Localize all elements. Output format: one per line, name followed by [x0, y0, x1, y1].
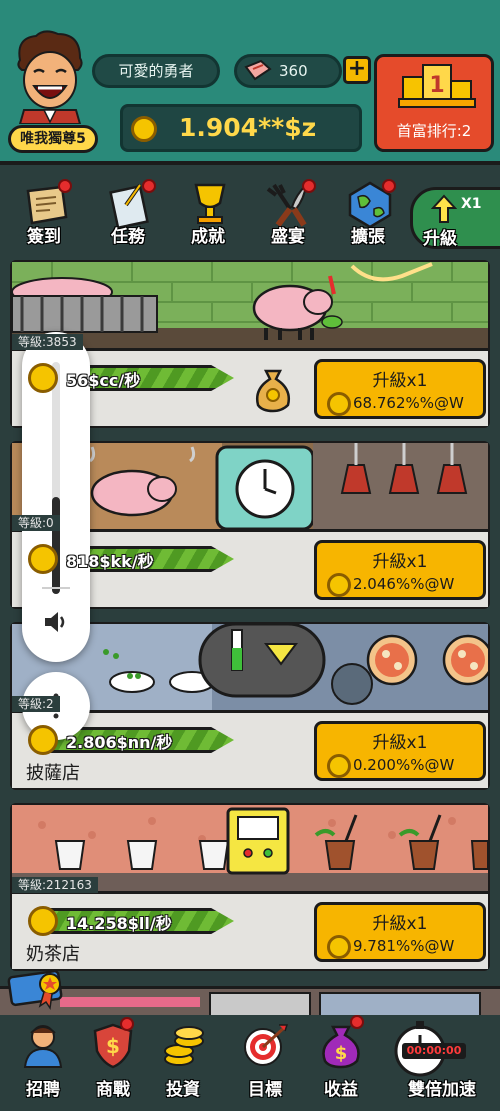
nav-recruit[interactable]: 招聘	[8, 1015, 78, 1111]
shop-upgrade-button[interactable]: 升級x1 2.046%%@W	[314, 540, 486, 600]
income-rate-bar: 14.258$ll/秒	[24, 906, 234, 936]
global-upgrade-toggle[interactable]: X1 升級	[410, 187, 500, 249]
nav-goals[interactable]: 目標	[230, 1015, 300, 1111]
speaker-icon[interactable]	[42, 608, 70, 636]
coin-icon	[327, 392, 351, 416]
income-rate-bar: 2.806$nn/秒	[24, 725, 234, 755]
upgrade-label: 升級	[423, 229, 457, 249]
coin-icon	[28, 906, 58, 936]
shop-level: 等級:2	[12, 696, 60, 712]
target-icon	[241, 1021, 289, 1069]
up-arrow-icon	[430, 194, 458, 224]
menu-label: 擴張	[351, 227, 385, 247]
nav-earnings[interactable]: $ 收益	[306, 1015, 376, 1111]
shop-panel: 14.258$ll/秒 奶茶店 升級x1 9.781%%@W	[12, 891, 488, 969]
bottom-nav: 招聘 $ 商戰 投資 目標 $ 收益 雙倍加速 00:00:00	[0, 1015, 500, 1111]
volume-slider-fill	[52, 497, 60, 594]
coin-icon	[327, 573, 351, 597]
upgrade-button-label: 升級x1	[372, 914, 428, 934]
nav-label: 雙倍加速	[408, 1080, 476, 1100]
divider	[42, 587, 70, 589]
ribbon-badge-icon[interactable]	[6, 966, 70, 1014]
menu-item-achievements[interactable]: 成就	[168, 179, 248, 255]
income-rate: 14.258$ll/秒	[66, 914, 172, 933]
gem-counter: 360	[234, 54, 342, 88]
nav-label: 目標	[248, 1080, 282, 1100]
coins-icon	[159, 1021, 207, 1069]
money-amount: 1.904**$z	[179, 113, 317, 142]
upgrade-cost: 9.781%%@W	[353, 937, 455, 955]
shop-upgrade-button[interactable]: 升級x1 9.781%%@W	[314, 902, 486, 962]
money-sack-icon[interactable]	[252, 365, 294, 413]
notification-dot	[382, 179, 396, 193]
income-rate: 2.806$nn/秒	[66, 733, 173, 752]
money-display: 1.904**$z	[120, 104, 362, 152]
ticket-icon	[243, 59, 273, 83]
svg-text:$: $	[335, 1043, 348, 1064]
shop-level: 等級:212163	[12, 877, 98, 893]
nav-business-war[interactable]: $ 商戰	[78, 1015, 148, 1111]
coin-icon	[327, 754, 351, 778]
nav-label: 投資	[166, 1080, 200, 1100]
shop-name: 披薩店	[26, 763, 80, 784]
notification-dot	[142, 179, 156, 193]
feature-menu: 簽到 任務 成就 盛宴 擴張 X1 升級	[0, 169, 500, 255]
shop-name: 奶茶店	[26, 944, 80, 965]
income-rate: 818$kk/秒	[66, 552, 154, 571]
rank-label: 首富排行:2	[396, 122, 472, 140]
upgrade-cost: 2.046%%@W	[353, 575, 455, 593]
shop-level: 等級:0	[12, 515, 60, 531]
upgrade-button-label: 升級x1	[372, 733, 428, 753]
nav-label: 招聘	[26, 1080, 60, 1100]
menu-item-checkin[interactable]: 簽到	[4, 179, 84, 255]
notification-dot	[350, 1015, 364, 1029]
menu-label: 盛宴	[271, 227, 305, 247]
speed-timer: 00:00:00	[402, 1043, 466, 1059]
svg-text:$: $	[106, 1034, 120, 1058]
upgrade-button-label: 升級x1	[372, 371, 428, 391]
person-icon	[19, 1021, 67, 1069]
svg-text:1: 1	[429, 73, 444, 98]
notification-dot	[302, 179, 316, 193]
rich-rank-button[interactable]: 1 首富排行:2	[374, 54, 494, 152]
nav-invest[interactable]: 投資	[148, 1015, 218, 1111]
coin-icon	[327, 935, 351, 959]
menu-label: 簽到	[27, 227, 61, 247]
coin-icon	[28, 725, 58, 755]
nav-label: 商戰	[96, 1080, 130, 1100]
upgrade-cost: 68.762%%@W	[353, 394, 464, 412]
nav-double-speed[interactable]: 雙倍加速	[392, 1015, 492, 1111]
menu-item-feast[interactable]: 盛宴	[248, 179, 328, 255]
coin-icon	[28, 544, 58, 574]
pig-farm-scene	[12, 262, 488, 348]
shop-upgrade-button[interactable]: 升級x1 68.762%%@W	[314, 359, 486, 419]
nav-label: 收益	[324, 1080, 358, 1100]
player-name[interactable]: 可愛的勇者	[92, 54, 220, 88]
shop-upgrade-button[interactable]: 升級x1 0.200%%@W	[314, 721, 486, 781]
income-rate: 56$cc/秒	[66, 371, 141, 390]
menu-label: 成就	[191, 227, 225, 247]
menu-item-expand[interactable]: 擴張	[328, 179, 408, 255]
menu-label: 任務	[111, 227, 145, 247]
top-header: 唯我獨尊5 可愛的勇者 360 + 1.904**$z 1 首富排行:2	[0, 0, 500, 165]
menu-item-tasks[interactable]: 任務	[88, 179, 168, 255]
next-shop-preview[interactable]	[0, 986, 500, 1015]
coin-icon	[28, 363, 58, 393]
add-gems-button[interactable]: +	[343, 56, 371, 84]
upgrade-cost: 0.200%%@W	[353, 756, 455, 774]
upgrade-multiplier: X1	[461, 196, 482, 212]
podium-icon: 1	[398, 64, 476, 108]
notification-dot	[120, 1017, 134, 1031]
shop-level: 等級:3853	[12, 334, 83, 350]
gem-count: 360	[279, 62, 308, 80]
upgrade-button-label: 升級x1	[372, 552, 428, 572]
notification-dot	[58, 179, 72, 193]
coin-icon	[131, 116, 157, 142]
player-avatar[interactable]	[14, 30, 86, 125]
player-title-badge: 唯我獨尊5	[8, 125, 98, 153]
shop-card-milk-tea[interactable]: 等級:212163 14.258$ll/秒 奶茶店 升級x1 9.781%%@W	[10, 803, 490, 971]
